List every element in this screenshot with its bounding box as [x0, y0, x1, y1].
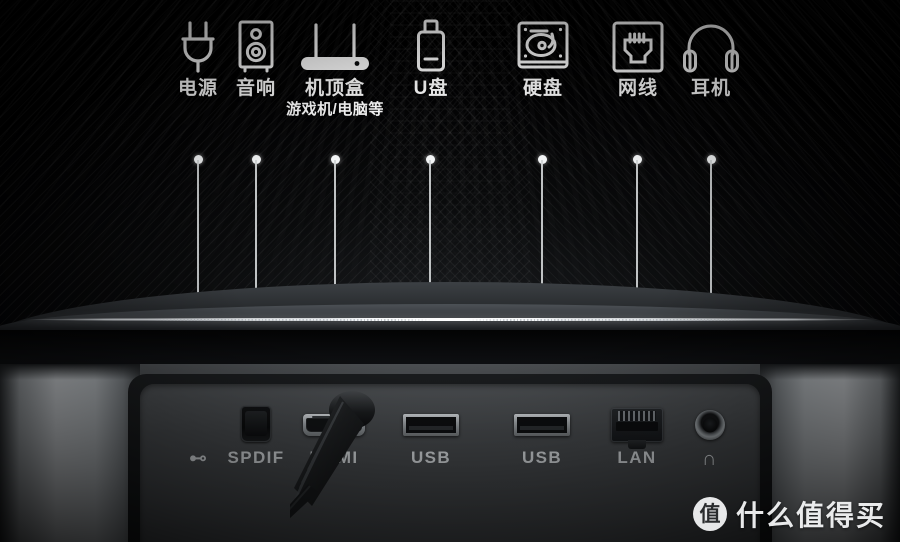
lan-port-label: LAN	[617, 448, 657, 467]
usb-port-2[interactable]	[514, 414, 570, 436]
dc-power-cable	[290, 391, 375, 519]
callout-icon-row: 电源 音响 机顶盒 游戏机/电脑等 U盘 硬盘 网线 耳机	[0, 0, 900, 150]
lan-port-pins	[618, 411, 656, 421]
usb-drive-icon	[388, 16, 474, 78]
headphone-port[interactable]	[695, 410, 725, 440]
callout-headphones-label: 耳机	[690, 78, 731, 99]
watermark-badge: 值	[692, 497, 727, 531]
usb-port-1-label: USB	[410, 448, 452, 467]
callout-settop-box: 机顶盒 游戏机/电脑等	[275, 16, 395, 118]
product-connectivity-diagram: 电源 音响 机顶盒 游戏机/电脑等 U盘 硬盘 网线 耳机 SPDIF USB …	[0, 0, 900, 542]
router-icon	[275, 16, 395, 78]
lan-port[interactable]	[611, 408, 663, 449]
watermark-text: 什么值得买	[735, 500, 886, 531]
callout-settop-box-sublabel: 游戏机/电脑等	[286, 100, 384, 118]
callout-usb-drive: U盘	[388, 16, 474, 100]
dc-power-port-label: ⊷	[189, 448, 207, 468]
device-port-plate: SPDIF HDMI USB USB LAN	[140, 384, 760, 542]
spdif-port[interactable]	[241, 406, 271, 442]
callout-settop-box-label: 机顶盒	[304, 78, 365, 99]
callout-usb-drive-label: U盘	[413, 78, 449, 99]
lan-port-slot	[616, 422, 658, 431]
hard-disk-icon	[498, 16, 588, 78]
callout-hard-disk: 硬盘	[498, 16, 588, 100]
device-side-panel-left	[0, 364, 140, 542]
usb-port-1[interactable]	[403, 414, 459, 436]
device-top-texture	[153, 319, 747, 321]
headphones-icon	[668, 16, 754, 78]
usb-port-2-label: USB	[521, 448, 563, 467]
headphone-port-label: ∩	[702, 448, 718, 470]
spdif-port-label: SPDIF	[227, 448, 285, 467]
callout-headphones: 耳机	[668, 16, 754, 100]
callout-hard-disk-label: 硬盘	[522, 78, 563, 99]
watermark: 值 什么值得买	[692, 494, 886, 534]
